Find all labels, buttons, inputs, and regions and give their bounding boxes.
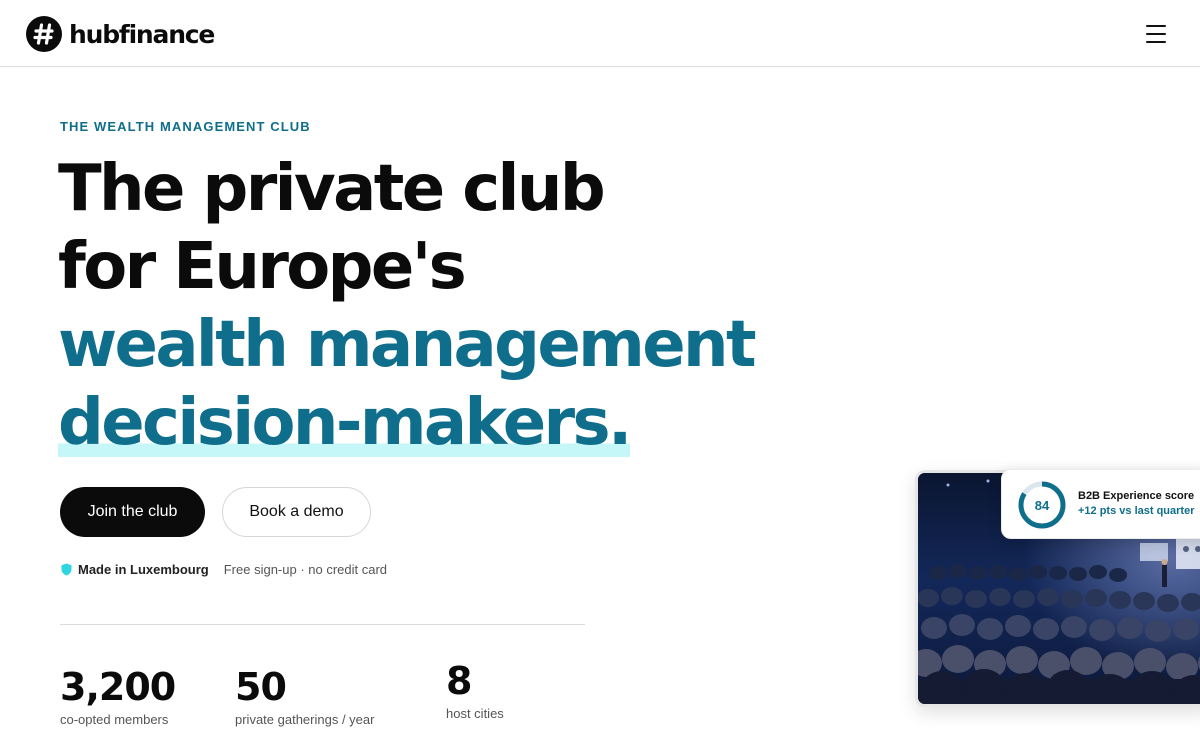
join-club-button[interactable]: Join the club <box>60 487 205 537</box>
stat-label: private gatherings / year <box>235 712 375 727</box>
signup-note: Free sign-up · no credit card <box>223 562 388 577</box>
site-header: hubfinance <box>0 0 1200 67</box>
score-delta: +12 pts vs last quarter <box>1078 505 1195 517</box>
headline-line: for Europe's <box>58 230 467 304</box>
eyebrow-label: THE WEALTH MANAGEMENT CLUB <box>60 119 311 134</box>
stat-cities: 8 host cities <box>446 660 504 721</box>
headline-line-accent: wealth management <box>58 308 757 382</box>
menu-bar <box>1146 33 1166 35</box>
made-in-badge: Made in Luxembourg <box>78 562 209 577</box>
stat-value: 3,200 <box>60 665 176 709</box>
stat-label: host cities <box>446 706 504 721</box>
book-demo-button[interactable]: Book a demo <box>222 487 371 537</box>
shield-icon <box>61 563 72 576</box>
hero-headline: The private club for Europe's wealth man… <box>58 150 757 462</box>
headline-line-highlighted: decision-makers. <box>58 386 632 460</box>
score-title: B2B Experience score <box>1078 490 1195 502</box>
brand-name: hubfinance <box>69 19 215 49</box>
menu-bar <box>1146 25 1166 27</box>
trust-row: Made in Luxembourg Free sign-up · no cre… <box>61 562 387 577</box>
stat-value: 8 <box>446 659 472 703</box>
menu-bar <box>1146 41 1166 43</box>
stat-value: 50 <box>235 665 287 709</box>
score-value: 84 <box>1034 497 1050 513</box>
logo[interactable]: hubfinance <box>26 16 215 52</box>
stat-gatherings: 50 private gatherings / year <box>235 666 374 727</box>
experience-score-card: 84 B2B Experience score +12 pts vs last … <box>1001 469 1200 539</box>
headline-line: The private club <box>58 152 606 226</box>
divider <box>60 624 585 625</box>
stat-members: 3,200 co-opted members <box>60 665 176 727</box>
hubfinance-logo-icon <box>26 16 62 52</box>
stat-label: co-opted members <box>60 712 169 727</box>
hamburger-menu-icon[interactable] <box>1140 22 1172 46</box>
